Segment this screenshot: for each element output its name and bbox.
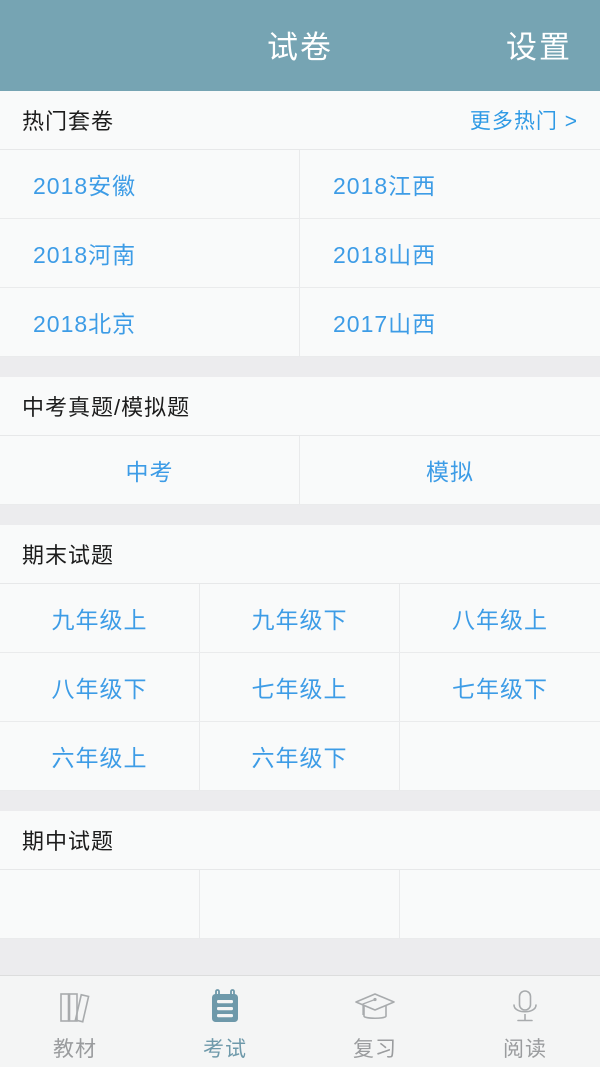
list-item[interactable]: 2018安徽 — [0, 150, 300, 219]
section-title: 热门套卷 — [22, 109, 115, 134]
settings-button[interactable]: 设置 — [506, 0, 572, 91]
list-item[interactable]: 七年级下 — [399, 653, 600, 722]
section-final-exam: 期末试题 九年级上 九年级下 八年级上 八年级下 七年级上 七年级下 六年级上 … — [0, 525, 600, 791]
notepad-icon — [204, 985, 246, 1029]
list-item[interactable]: 2018河南 — [0, 219, 300, 288]
books-icon — [54, 985, 96, 1029]
tab-textbook[interactable]: 教材 — [0, 976, 150, 1067]
section-hot-sets: 热门套卷 更多热门 > 2018安徽 2018江西 2018河南 2018山西 … — [0, 91, 600, 357]
final-exam-grid: 九年级上 九年级下 八年级上 八年级下 七年级上 七年级下 六年级上 六年级下 — [0, 583, 600, 791]
list-item[interactable]: 模拟 — [300, 436, 600, 505]
tab-exam[interactable]: 考试 — [150, 976, 300, 1067]
list-item[interactable]: 九年级下 — [199, 584, 400, 653]
list-item[interactable]: 六年级上 — [0, 722, 200, 791]
section-title: 期末试题 — [22, 543, 115, 568]
midterm-exam-grid — [0, 869, 600, 939]
list-item[interactable]: 中考 — [0, 436, 300, 505]
tab-label: 考试 — [203, 1036, 247, 1061]
list-item[interactable]: 六年级下 — [199, 722, 400, 791]
list-item[interactable]: 2018北京 — [0, 288, 300, 357]
list-item[interactable] — [199, 870, 400, 939]
list-item[interactable]: 八年级下 — [0, 653, 200, 722]
more-hot-link[interactable]: 更多热门 > — [470, 105, 578, 135]
list-item[interactable]: 七年级上 — [199, 653, 400, 722]
section-midterm-exam: 期中试题 — [0, 811, 600, 939]
list-item[interactable]: 八年级上 — [399, 584, 600, 653]
tab-review[interactable]: 复习 — [300, 976, 450, 1067]
section-header: 热门套卷 更多热门 > — [0, 91, 600, 149]
section-header: 期末试题 — [0, 525, 600, 583]
section-divider — [0, 357, 600, 377]
list-item[interactable]: 2017山西 — [300, 288, 600, 357]
tab-label: 教材 — [53, 1036, 97, 1061]
zhongkao-grid: 中考 模拟 — [0, 435, 600, 505]
graduation-cap-icon — [353, 985, 397, 1029]
tab-label: 复习 — [353, 1036, 397, 1061]
list-item[interactable] — [399, 870, 600, 939]
section-title: 期中试题 — [22, 829, 115, 854]
content-scroll-area[interactable]: 热门套卷 更多热门 > 2018安徽 2018江西 2018河南 2018山西 … — [0, 91, 600, 975]
bottom-tab-bar: 教材 考试 复习 阅读 — [0, 975, 600, 1067]
section-header: 中考真题/模拟题 — [0, 377, 600, 435]
list-item-empty — [399, 722, 600, 791]
hot-sets-grid: 2018安徽 2018江西 2018河南 2018山西 2018北京 2017山… — [0, 149, 600, 357]
tab-label: 阅读 — [503, 1036, 547, 1061]
list-item[interactable]: 2018山西 — [300, 219, 600, 288]
section-divider — [0, 791, 600, 811]
app-root: 试卷 设置 热门套卷 更多热门 > 2018安徽 2018江西 2018河南 2… — [0, 0, 600, 1067]
section-header: 期中试题 — [0, 811, 600, 869]
list-item[interactable]: 九年级上 — [0, 584, 200, 653]
tab-reading[interactable]: 阅读 — [450, 976, 600, 1067]
section-divider — [0, 505, 600, 525]
list-item[interactable] — [0, 870, 200, 939]
app-header: 试卷 设置 — [0, 0, 600, 91]
microphone-icon — [504, 985, 546, 1029]
list-item[interactable]: 2018江西 — [300, 150, 600, 219]
section-zhongkao: 中考真题/模拟题 中考 模拟 — [0, 377, 600, 505]
section-title: 中考真题/模拟题 — [22, 395, 191, 420]
